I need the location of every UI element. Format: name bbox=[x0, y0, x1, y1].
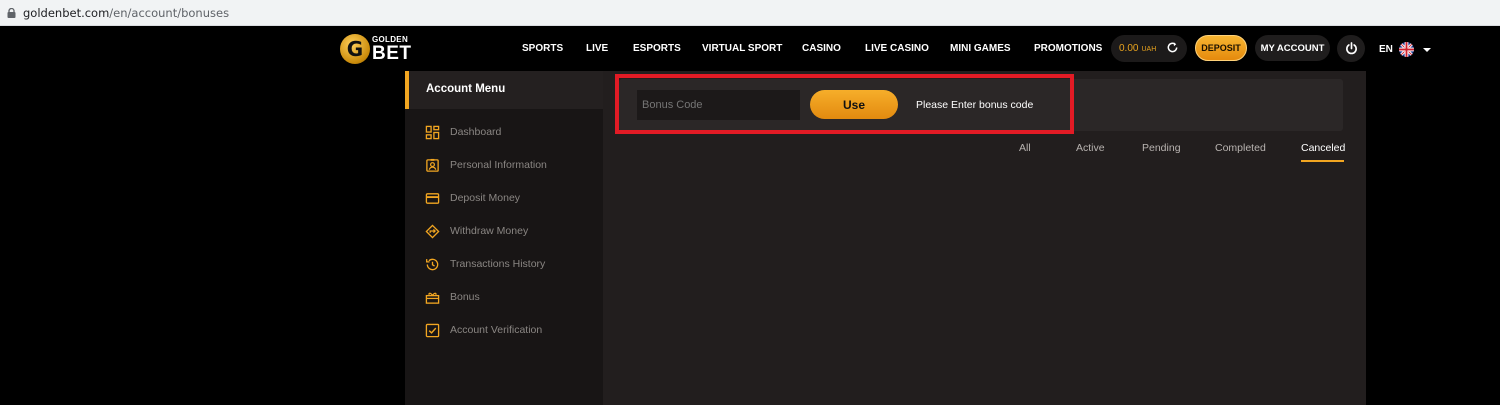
sidebar-item-dashboard[interactable]: Dashboard bbox=[425, 124, 501, 140]
nav-live[interactable]: LIVE bbox=[586, 43, 608, 54]
active-tab-indicator bbox=[1301, 160, 1344, 162]
bonus-code-panel: Use Please Enter bonus code bbox=[619, 79, 1343, 131]
site-logo[interactable]: G GOLDEN BET bbox=[340, 32, 420, 66]
sidebar-item-label: Withdraw Money bbox=[450, 225, 529, 237]
gift-icon bbox=[425, 292, 440, 304]
checkbox-icon bbox=[425, 323, 440, 337]
logout-button[interactable] bbox=[1337, 35, 1365, 62]
sidebar-item-label: Personal Information bbox=[450, 159, 547, 171]
balance-display: 0.00 UAH bbox=[1111, 35, 1187, 62]
history-icon bbox=[426, 258, 439, 270]
nav-promotions[interactable]: PROMOTIONS bbox=[1034, 43, 1102, 54]
tab-completed[interactable]: Completed bbox=[1215, 142, 1266, 154]
language-selector[interactable]: EN bbox=[1379, 42, 1431, 57]
url-path: /en/account/bonuses bbox=[109, 5, 230, 20]
url-domain: goldenbet.com bbox=[23, 5, 110, 20]
deposit-button[interactable]: DEPOSIT bbox=[1195, 35, 1247, 61]
top-navigation: G GOLDEN BET SPORTS LIVE ESPORTS VIRTUAL… bbox=[0, 27, 1500, 71]
tab-active[interactable]: Active bbox=[1076, 142, 1105, 154]
logo-emblem: G bbox=[340, 34, 370, 64]
sidebar-item-account-verification[interactable]: Account Verification bbox=[425, 322, 542, 338]
tab-all[interactable]: All bbox=[1019, 142, 1031, 154]
lock-icon bbox=[7, 7, 16, 18]
sidebar-item-label: Dashboard bbox=[450, 126, 502, 138]
account-menu-title: Account Menu bbox=[405, 71, 603, 109]
withdraw-icon bbox=[425, 223, 440, 239]
sidebar-item-deposit-money[interactable]: Deposit Money bbox=[425, 190, 520, 206]
nav-mini-games[interactable]: MINI GAMES bbox=[950, 43, 1011, 54]
refresh-icon[interactable] bbox=[1166, 41, 1179, 54]
sidebar-item-label: Bonus bbox=[450, 291, 480, 303]
nav-sports[interactable]: SPORTS bbox=[522, 43, 563, 54]
chevron-down-icon bbox=[1422, 47, 1431, 52]
credit-card-icon bbox=[425, 192, 440, 204]
nav-live-casino[interactable]: LIVE CASINO bbox=[865, 43, 929, 54]
balance-currency: UAH bbox=[1141, 46, 1157, 53]
uk-flag-icon bbox=[1398, 42, 1414, 57]
use-bonus-button[interactable]: Use bbox=[810, 90, 898, 119]
dashboard-icon bbox=[425, 125, 440, 139]
nav-virtual-sport[interactable]: VIRTUAL SPORT bbox=[702, 43, 782, 54]
nav-casino[interactable]: CASINO bbox=[802, 43, 841, 54]
sidebar-item-withdraw-money[interactable]: Withdraw Money bbox=[425, 223, 528, 239]
sidebar-item-transactions-history[interactable]: Transactions History bbox=[425, 256, 545, 272]
nav-esports[interactable]: ESPORTS bbox=[633, 43, 681, 54]
sidebar-item-label: Account Verification bbox=[450, 324, 543, 336]
bonus-hint-text: Please Enter bonus code bbox=[916, 99, 1034, 111]
browser-address-bar[interactable]: goldenbet.com/en/account/bonuses bbox=[0, 0, 1500, 26]
tab-pending[interactable]: Pending bbox=[1142, 142, 1181, 154]
sidebar-item-label: Deposit Money bbox=[450, 192, 521, 204]
my-account-button[interactable]: MY ACCOUNT bbox=[1255, 35, 1330, 61]
id-card-icon bbox=[426, 158, 439, 172]
bonus-code-input[interactable] bbox=[637, 90, 800, 120]
account-sidebar: Account Menu Dashboard Personal Informat… bbox=[405, 71, 603, 405]
sidebar-item-personal-information[interactable]: Personal Information bbox=[425, 157, 547, 173]
balance-amount: 0.00 bbox=[1119, 43, 1139, 54]
tab-canceled[interactable]: Canceled bbox=[1301, 142, 1345, 154]
language-code: EN bbox=[1379, 44, 1393, 55]
power-icon bbox=[1345, 42, 1357, 55]
bonuses-content: Use Please Enter bonus code All Active P… bbox=[603, 71, 1366, 405]
logo-word-big: BET bbox=[372, 42, 412, 64]
sidebar-item-label: Transactions History bbox=[450, 258, 546, 270]
sidebar-item-bonus[interactable]: Bonus bbox=[425, 289, 480, 305]
